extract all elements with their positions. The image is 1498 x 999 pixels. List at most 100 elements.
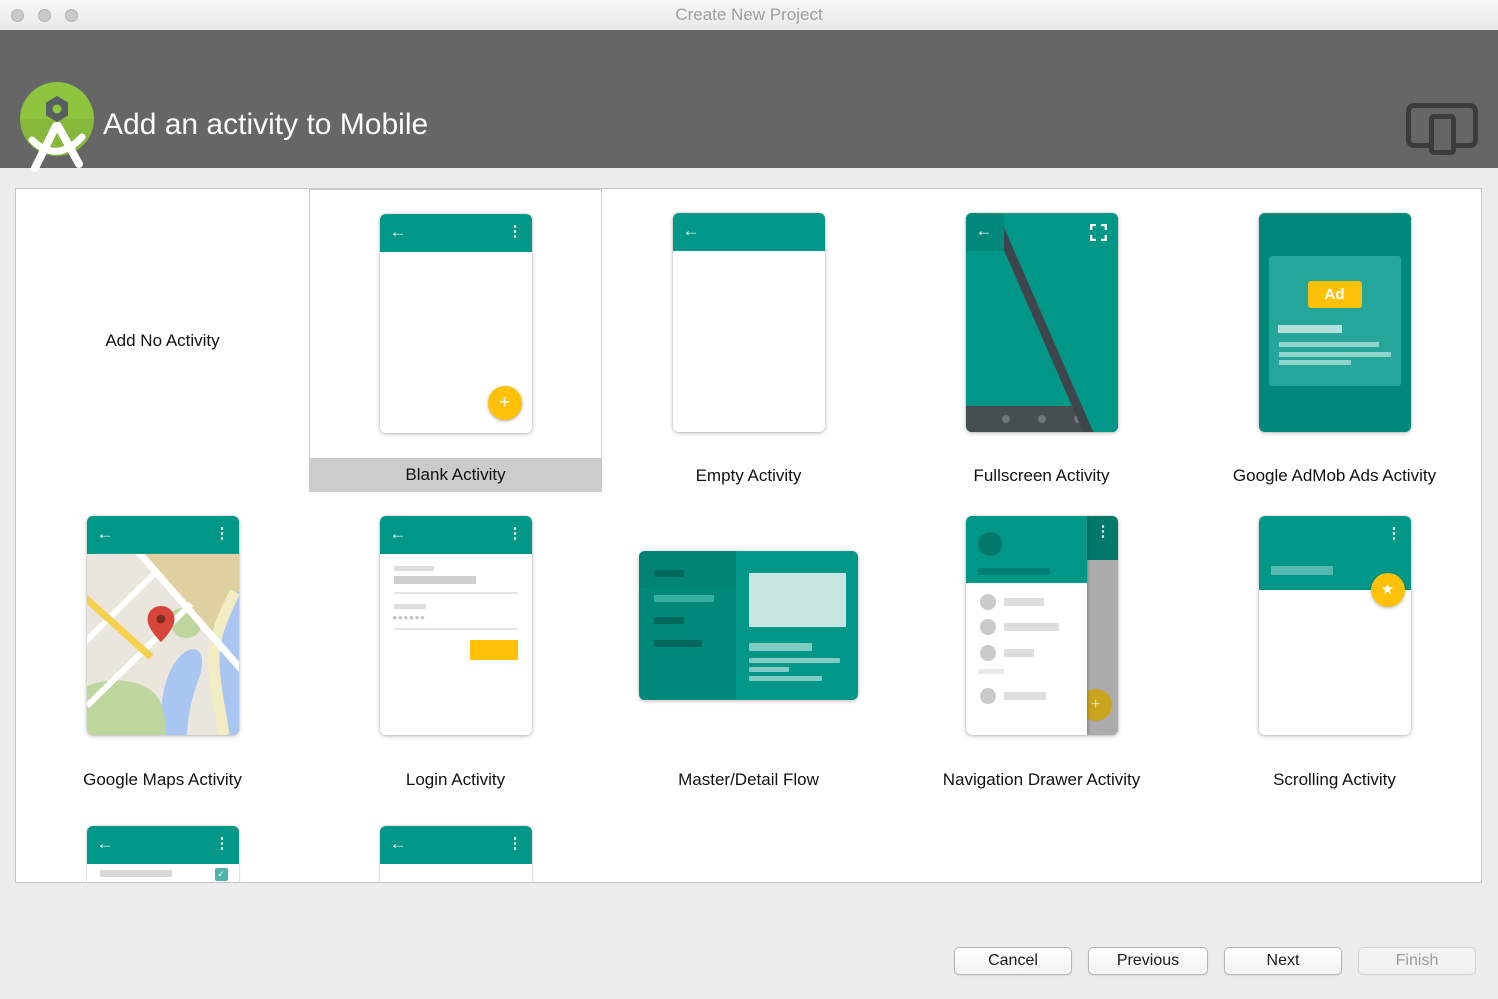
template-label: Add No Activity <box>105 331 219 351</box>
partial-activity-preview: ← ⋮ <box>380 826 532 883</box>
fullscreen-illustration <box>966 213 1118 432</box>
back-arrow-icon: ← <box>390 524 407 544</box>
list-item-placeholder <box>654 570 684 577</box>
phone-icon <box>1429 114 1456 155</box>
drawer-header-line <box>978 568 1050 575</box>
nav-drawer-preview: ⋮ + <box>966 516 1118 735</box>
overflow-menu-icon: ⋮ <box>1387 525 1402 543</box>
ad-badge: Ad <box>1308 281 1362 308</box>
window-titlebar: Create New Project <box>0 0 1498 30</box>
template-google-maps-activity[interactable]: ← ⋮ Goo <box>16 492 309 796</box>
mock-body <box>380 864 532 883</box>
appbar: ← ⋮ <box>380 516 532 554</box>
window-title: Create New Project <box>0 5 1498 25</box>
form-factor-devices-icon <box>1406 101 1478 155</box>
fullscreen-activity-preview: ← <box>966 213 1118 432</box>
template-partial-row3-2[interactable]: ← ⋮ <box>309 796 602 883</box>
wizard-header: Add an activity to Mobile <box>0 30 1498 168</box>
template-partial-row3-1[interactable]: ← ⋮ ✓ <box>16 796 309 883</box>
list-item-placeholder <box>654 640 702 647</box>
drawer-item-icon <box>980 594 996 610</box>
field-underline <box>394 628 518 630</box>
blank-activity-preview: ← ⋮ + <box>380 214 532 433</box>
template-grid: Add No Activity ← ⋮ + Blank Activity ← <box>16 189 1481 882</box>
drawer-item <box>966 688 1087 704</box>
mock-body: + <box>380 252 532 433</box>
overflow-menu-icon: ⋮ <box>508 525 523 543</box>
text-placeholder <box>1279 352 1391 357</box>
drawer-item-text <box>1004 692 1046 700</box>
signin-button-placeholder <box>470 640 518 660</box>
maps-activity-preview: ← ⋮ <box>87 516 239 735</box>
back-arrow-icon: ← <box>97 524 114 544</box>
partial-activity-preview: ← ⋮ ✓ <box>87 826 239 883</box>
admob-activity-preview: Ad <box>1259 213 1411 432</box>
avatar <box>978 532 1002 556</box>
text-placeholder <box>1278 325 1342 333</box>
page-title: Add an activity to Mobile <box>103 108 428 142</box>
overflow-menu-icon: ⋮ <box>215 525 230 543</box>
toolbar-title-placeholder <box>1271 566 1333 575</box>
detail-text-placeholder <box>749 658 840 663</box>
appbar: ← <box>673 213 825 251</box>
template-master-detail-flow[interactable]: Master/Detail Flow <box>602 492 895 796</box>
drawer-item-text <box>1004 598 1044 606</box>
template-blank-activity[interactable]: ← ⋮ + Blank Activity <box>309 189 602 492</box>
template-navigation-drawer-activity[interactable]: ⋮ + <box>895 492 1188 796</box>
next-button[interactable]: Next <box>1224 947 1342 975</box>
text-placeholder <box>1279 342 1379 347</box>
drawer-divider <box>978 669 1004 674</box>
previous-button[interactable]: Previous <box>1088 947 1208 975</box>
back-arrow-icon: ← <box>683 221 700 241</box>
template-label: Google Maps Activity <box>16 763 309 796</box>
drawer-item-text <box>1004 623 1059 631</box>
back-arrow-icon: ← <box>390 834 407 854</box>
empty-activity-preview: ← <box>673 213 825 432</box>
drawer-item <box>966 594 1087 610</box>
master-detail-preview <box>639 551 858 700</box>
template-login-activity[interactable]: ← ⋮ •••••• Login Activity <box>309 492 602 796</box>
appbar: ← ⋮ <box>87 516 239 554</box>
appbar: ← ⋮ <box>380 214 532 252</box>
finish-button: Finish <box>1358 947 1476 975</box>
drawer-item-icon <box>980 688 996 704</box>
map-illustration <box>87 554 239 735</box>
field-label-placeholder <box>394 604 426 609</box>
drawer-item-text <box>1004 649 1034 657</box>
detail-text-placeholder <box>749 676 822 681</box>
detail-image-placeholder <box>749 573 846 627</box>
text-field-placeholder <box>394 576 476 584</box>
drawer-item <box>966 645 1087 661</box>
template-scrolling-activity[interactable]: ⋮ ★ Scrolling Activity <box>1188 492 1481 796</box>
back-arrow-icon: ← <box>390 222 407 242</box>
ad-panel: Ad <box>1269 256 1401 386</box>
template-label: Login Activity <box>309 763 602 796</box>
selected-item-placeholder <box>654 595 714 602</box>
field-label-placeholder <box>394 566 434 571</box>
list-item-placeholder <box>654 617 684 624</box>
template-label: Blank Activity <box>310 458 601 491</box>
android-studio-logo-icon <box>20 82 94 177</box>
template-empty-activity[interactable]: ← Empty Activity <box>602 189 895 492</box>
drawer-item-icon <box>980 645 996 661</box>
appbar: ← ⋮ <box>87 826 239 864</box>
template-admob-ads-activity[interactable]: Ad Google AdMob Ads Activity <box>1188 189 1481 492</box>
password-dots: •••••• <box>393 610 426 625</box>
login-activity-preview: ← ⋮ •••••• <box>380 516 532 735</box>
master-list-pane <box>639 551 736 700</box>
overflow-menu-icon: ⋮ <box>508 223 523 241</box>
mock-body: ✓ <box>87 864 239 883</box>
drawer-item-icon <box>980 619 996 635</box>
template-label: Empty Activity <box>602 459 895 492</box>
appbar: ← ⋮ <box>380 826 532 864</box>
cancel-button[interactable]: Cancel <box>954 947 1072 975</box>
template-label: Navigation Drawer Activity <box>895 763 1188 796</box>
mock-body <box>673 251 825 432</box>
drawer-header <box>966 516 1087 583</box>
detail-text-placeholder <box>749 667 789 672</box>
empty-cell <box>895 796 1188 883</box>
fullscreen-expand-icon <box>1090 224 1107 241</box>
text-placeholder <box>100 870 172 877</box>
template-add-no-activity[interactable]: Add No Activity <box>16 189 309 492</box>
template-fullscreen-activity[interactable]: ← Fullscreen Activity <box>895 189 1188 492</box>
